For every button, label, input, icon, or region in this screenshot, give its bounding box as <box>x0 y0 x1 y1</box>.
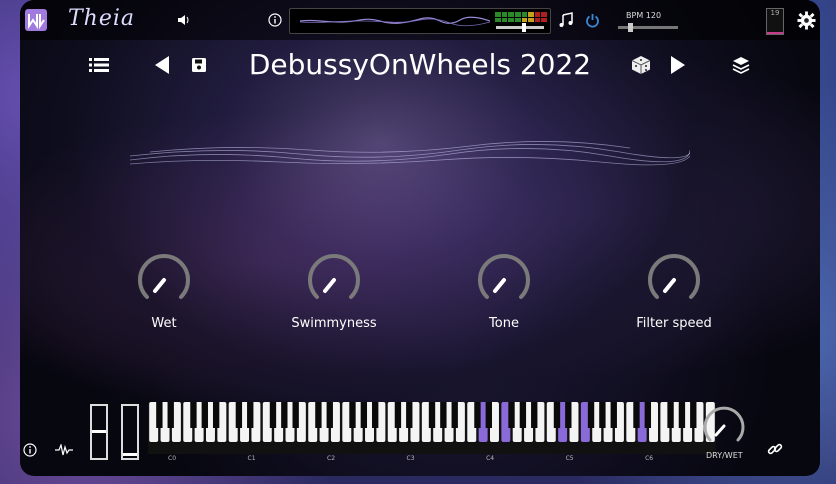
octave-label: C5 <box>565 455 574 462</box>
save-icon[interactable] <box>190 56 208 74</box>
black-key[interactable] <box>599 402 606 428</box>
octave-label: C4 <box>486 455 495 462</box>
black-key[interactable] <box>633 402 640 428</box>
black-key[interactable] <box>201 402 208 428</box>
plugin-panel: Theia BPM 120 19 DebussyOnWheels 2022 We… <box>20 0 820 476</box>
waveform-trace <box>300 16 490 27</box>
drywet-knob[interactable] <box>702 404 746 448</box>
black-key[interactable] <box>406 402 413 428</box>
counter-box[interactable]: 19 <box>766 8 784 35</box>
black-key[interactable] <box>326 402 333 428</box>
drywet-label: DRY/WET <box>706 451 743 460</box>
black-key[interactable] <box>292 402 299 428</box>
black-key[interactable] <box>372 402 379 428</box>
octave-label: C3 <box>406 455 415 462</box>
music-note-icon[interactable] <box>557 11 575 29</box>
counter-value: 19 <box>770 9 780 17</box>
black-key[interactable] <box>451 402 458 428</box>
octave-label: C6 <box>645 455 654 462</box>
piano-keyboard[interactable] <box>148 402 716 454</box>
layers-icon[interactable] <box>730 55 752 75</box>
black-key[interactable] <box>440 402 447 428</box>
black-key[interactable] <box>587 402 595 428</box>
prev-arrow-icon[interactable] <box>152 54 172 76</box>
octave-label: C0 <box>168 455 177 462</box>
logo-icon <box>25 9 47 31</box>
black-key[interactable] <box>644 402 652 428</box>
black-key[interactable] <box>247 402 254 428</box>
wet-label: Wet <box>151 316 177 331</box>
tone-label: Tone <box>489 316 519 331</box>
black-key[interactable] <box>485 402 492 428</box>
preset-name[interactable]: DebussyOnWheels 2022 <box>220 48 620 81</box>
black-key[interactable] <box>531 402 538 428</box>
output-gain-slider[interactable] <box>496 23 544 32</box>
black-key[interactable] <box>474 402 481 428</box>
black-key[interactable] <box>269 402 277 428</box>
black-key[interactable] <box>167 402 174 428</box>
link-icon[interactable] <box>766 440 784 458</box>
black-key[interactable] <box>190 402 197 428</box>
filter-speed-label: Filter speed <box>636 316 712 331</box>
mod-wheel-slider[interactable] <box>121 404 139 460</box>
wet-knob[interactable] <box>136 252 192 308</box>
black-key[interactable] <box>212 402 220 428</box>
bpm-slider[interactable] <box>618 23 678 32</box>
brand-title: Theia <box>68 6 136 31</box>
black-key[interactable] <box>428 402 436 428</box>
wave-lines-decoration <box>130 141 690 166</box>
speaker-icon[interactable] <box>176 12 192 28</box>
black-key[interactable] <box>360 402 368 428</box>
octave-label: C1 <box>247 455 256 462</box>
filter-speed-knob[interactable] <box>646 252 702 308</box>
black-key[interactable] <box>667 402 674 428</box>
dice-icon[interactable] <box>630 54 652 76</box>
black-key[interactable] <box>349 402 356 428</box>
black-key[interactable] <box>281 402 288 428</box>
black-key[interactable] <box>610 402 617 428</box>
info-icon[interactable] <box>267 12 283 28</box>
black-key[interactable] <box>315 402 322 428</box>
info-icon[interactable] <box>22 442 38 458</box>
black-key[interactable] <box>678 402 686 428</box>
black-key[interactable] <box>553 402 561 428</box>
black-key[interactable] <box>235 402 243 428</box>
black-key[interactable] <box>565 402 572 428</box>
black-key[interactable] <box>519 402 527 428</box>
black-key[interactable] <box>508 402 515 428</box>
bpm-label: BPM 120 <box>626 11 662 20</box>
black-key[interactable] <box>690 402 697 428</box>
tone-knob[interactable] <box>476 252 532 308</box>
octave-label: C2 <box>327 455 336 462</box>
next-arrow-icon[interactable] <box>668 54 688 76</box>
power-icon[interactable] <box>584 12 600 28</box>
pitch-bend-slider[interactable] <box>90 404 108 460</box>
black-key[interactable] <box>156 402 163 428</box>
waveform-icon[interactable] <box>54 442 74 458</box>
swimmyness-label: Swimmyness <box>291 316 377 331</box>
swimmyness-knob[interactable] <box>306 252 362 308</box>
waveform-display <box>289 8 551 34</box>
black-key[interactable] <box>394 402 402 428</box>
level-meter <box>495 12 547 22</box>
list-icon[interactable] <box>88 56 110 74</box>
top-bar: Theia BPM 120 19 <box>20 0 820 40</box>
settings-icon[interactable] <box>796 10 816 30</box>
